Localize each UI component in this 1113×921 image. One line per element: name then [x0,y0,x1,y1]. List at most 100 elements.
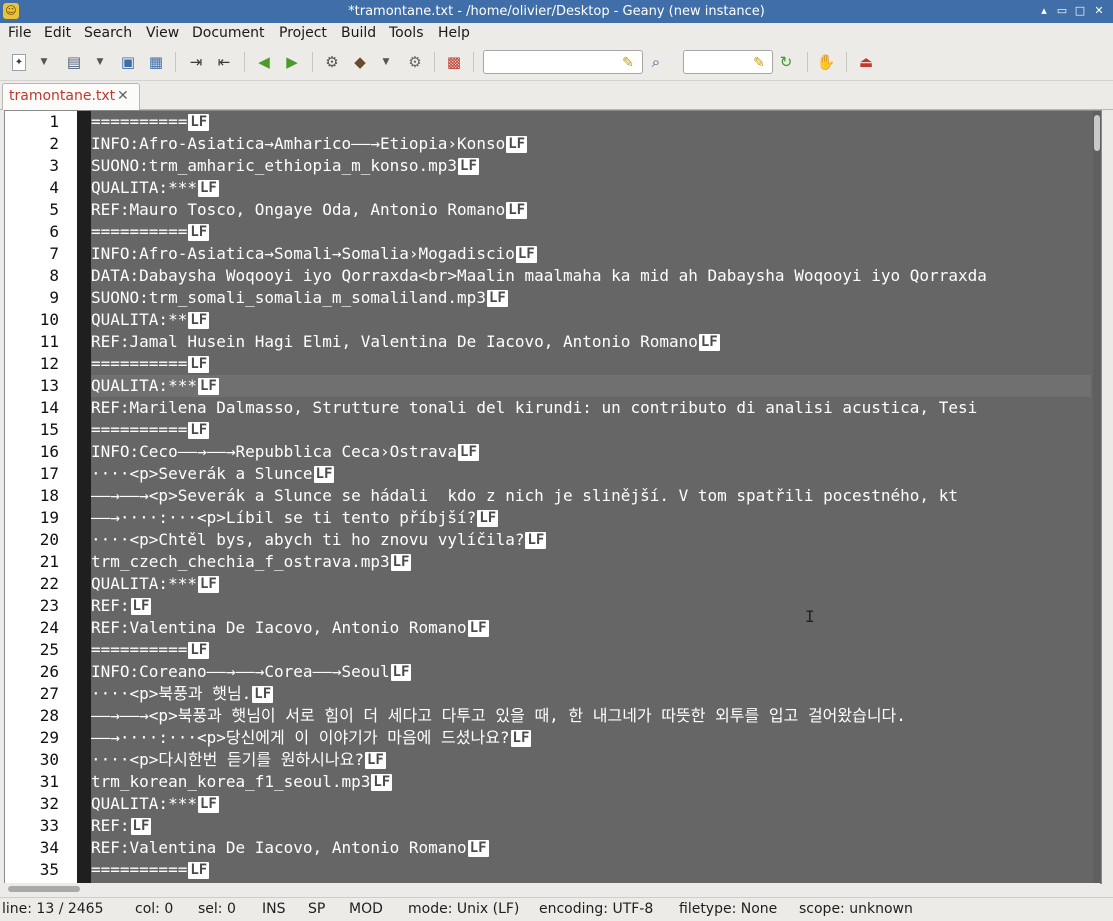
code-line[interactable]: ========== LF [91,859,1091,881]
vertical-scrollbar-thumb[interactable] [1094,115,1100,151]
code-line[interactable]: ····<p>북풍과 햇님. LF [91,683,1091,705]
eol-marker: LF [364,752,386,769]
code-line[interactable]: INFO:Afro-Asiatica→Somali→Somalia›Mogadi… [91,243,1091,265]
line-number: 21 [39,552,59,571]
line-number: 20 [39,530,59,549]
code-line[interactable]: trm_czech_chechia_f_ostrava.mp3 LF [91,551,1091,573]
code-line[interactable]: INFO:Coreano——→——→Corea——→Seoul LF [91,661,1091,683]
maximize-button[interactable]: □ [1072,3,1088,19]
preferences-icon[interactable]: ✋ [816,52,836,72]
code-line[interactable]: ····<p>Severák a Slunce LF [91,463,1091,485]
line-text: INFO:Afro-Asiatica→Somali→Somalia›Mogadi… [91,244,515,263]
build-dropdown-icon[interactable]: ▼ [380,52,392,72]
menu-edit[interactable]: Edit [44,25,71,42]
goto-line-icon[interactable]: ↻ [776,52,796,72]
status-encoding: encoding: UTF-8 [539,901,654,917]
menu-document[interactable]: Document [192,25,265,42]
new-from-template-dropdown-icon[interactable]: ▼ [38,52,50,72]
compile-icon[interactable]: ⚙ [322,52,342,72]
toolbar-separator [846,52,847,72]
build-icon[interactable]: ◆ [350,52,370,72]
code-line[interactable]: ========== LF [91,353,1091,375]
forward-arrow-icon[interactable]: ▶ [282,52,302,72]
code-line[interactable]: REF:Valentina De Iacovo, Antonio Romano L… [91,617,1091,639]
menu-view[interactable]: View [146,25,179,42]
code-line[interactable]: QUALITA:** LF [91,309,1091,331]
title-bar: ☺ *tramontane.txt - /home/olivier/Deskto… [0,0,1113,23]
eol-marker: LF [390,664,412,681]
eol-marker: LF [130,598,152,615]
code-line[interactable]: ========== LF [91,221,1091,243]
quit-icon[interactable]: ⏏ [856,52,876,72]
code-line[interactable]: QUALITA:*** LF [91,793,1091,815]
line-number: 35 [39,860,59,879]
open-file-icon[interactable]: ▤ [64,52,84,72]
close-window-button[interactable]: ✕ [1091,3,1107,19]
tab-tramontane[interactable]: tramontane.txt ✕ [2,83,140,110]
code-line[interactable]: QUALITA:*** LF [91,573,1091,595]
menu-search[interactable]: Search [84,25,132,42]
code-line[interactable]: ========== LF [91,639,1091,661]
horizontal-scrollbar[interactable] [4,883,1100,895]
revert-icon[interactable]: ⇥ [186,52,206,72]
tab-label: tramontane.txt [9,88,116,104]
code-line[interactable]: ========== LF [91,419,1091,441]
code-line[interactable]: REF:Marilena Dalmasso, Strutture tonali … [91,397,1091,419]
menu-tools[interactable]: Tools [389,25,424,42]
clear-search-icon[interactable]: ✎ [619,54,637,72]
code-line[interactable]: QUALITA:*** LF [91,177,1091,199]
code-line[interactable]: ····<p>다시한번 듣기를 원하시나요? LF [91,749,1091,771]
mouse-ibeam-icon: I [805,607,815,626]
back-arrow-icon[interactable]: ◀ [254,52,274,72]
menu-project[interactable]: Project [279,25,327,42]
line-number: 12 [39,354,59,373]
line-number: 17 [39,464,59,483]
code-line[interactable]: trm_korean_korea_f1_seoul.mp3 LF [91,771,1091,793]
editor-area[interactable]: 1 2 3 4 5 6 7 8 9 10 11 12 13 14 15 16 17 18 19 20 21 22 23 24 2… [4,110,1102,884]
code-line[interactable]: REF: LF [91,595,1091,617]
code-line[interactable]: ========== LF [91,111,1091,133]
recent-files-dropdown-icon[interactable]: ▼ [94,52,106,72]
code-line[interactable]: REF:Mauro Tosco, Ongaye Oda, Antonio Rom… [91,199,1091,221]
code-line[interactable]: ····<p>Chtěl bys, abych ti ho znovu vylí… [91,529,1091,551]
line-text: ——→——→<p>북풍과 햇님이 서로 힘이 더 세다고 다투고 있을 때, 한… [91,706,906,725]
current-line[interactable]: QUALITA:*** LF [91,375,1091,397]
document-tab-bar: tramontane.txt ✕ [0,81,1113,110]
code-line[interactable]: INFO:Afro-Asiatica→Amharico——→Etiopia›Ko… [91,133,1091,155]
vertical-scrollbar[interactable] [1093,111,1101,883]
clear-goto-icon[interactable]: ✎ [750,54,768,72]
save-icon[interactable]: ▣ [118,52,138,72]
color-chooser-icon[interactable]: ▩ [444,52,464,72]
find-icon[interactable]: ⌕ [646,52,666,72]
new-file-icon[interactable]: ✦ [12,54,26,71]
line-number: 14 [39,398,59,417]
keep-above-button[interactable]: ▴ [1036,3,1052,19]
code-line[interactable]: REF: LF [91,815,1091,837]
status-sp: SP [308,901,326,917]
marker-margin[interactable] [77,111,91,883]
code-line[interactable]: ——→——→<p>북풍과 햇님이 서로 힘이 더 세다고 다투고 있을 때, 한… [91,705,1091,727]
code-line[interactable]: ——→——→<p>Severák a Slunce se hádali kdo … [91,485,1091,507]
eol-marker: LF [698,334,720,351]
menu-file[interactable]: File [8,25,31,42]
close-file-icon[interactable]: ⇤ [214,52,234,72]
code-line[interactable]: REF:Valentina De Iacovo, Antonio Romano L… [91,837,1091,859]
menu-build[interactable]: Build [341,25,376,42]
code-line[interactable]: REF:Jamal Husein Hagi Elmi, Valentina De… [91,331,1091,353]
minimize-button[interactable]: ▭ [1054,3,1070,19]
code-line[interactable]: ——→····:···<p>Líbil se ti tento příbjší?… [91,507,1091,529]
eol-marker: LF [188,224,210,241]
menu-help[interactable]: Help [438,25,470,42]
close-tab-icon[interactable]: ✕ [117,88,129,105]
code-line[interactable]: DATA:Dabaysha Woqooyi iyo Qorraxda<br>Ma… [91,265,1091,287]
run-icon[interactable]: ⚙ [405,52,425,72]
menu-bar: File Edit Search View Document Project B… [0,23,1113,44]
code-line[interactable]: SUONO:trm_amharic_ethiopia_m_konso.mp3 LF [91,155,1091,177]
save-all-icon[interactable]: ▦ [146,52,166,72]
code-line[interactable]: SUONO:trm_somali_somalia_m_somaliland.mp… [91,287,1091,309]
code-line[interactable]: ——→····:···<p>당신에게 이 이야기가 마음에 드셨나요? LF [91,727,1091,749]
code-line[interactable]: INFO:Ceco——→——→Repubblica Ceca›Ostrava LF [91,441,1091,463]
horizontal-scrollbar-thumb[interactable] [8,886,80,892]
line-number: 24 [39,618,59,637]
eol-marker: LF [188,422,210,439]
